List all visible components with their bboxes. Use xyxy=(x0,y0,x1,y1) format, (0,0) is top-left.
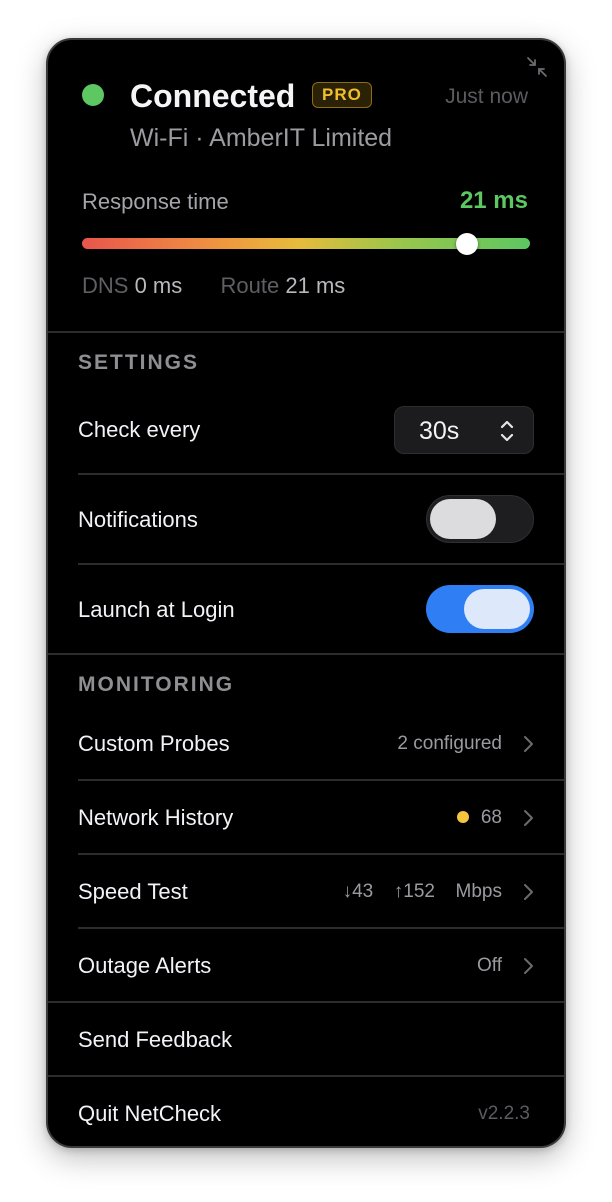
latency-breakdown: DNS 0 ms Route 21 ms xyxy=(82,272,345,300)
chevron-right-icon xyxy=(522,735,534,753)
collapse-icon[interactable] xyxy=(526,56,548,78)
last-updated: Just now xyxy=(445,85,528,108)
outage-alerts-value: Off xyxy=(477,955,502,976)
toggle-knob xyxy=(430,499,496,539)
launch-at-login-label: Launch at Login xyxy=(78,597,235,622)
section-divider xyxy=(48,653,564,655)
launch-at-login-toggle[interactable] xyxy=(426,585,534,633)
speed-test-row[interactable]: Speed Test ↓43 ↑152 Mbps xyxy=(48,854,564,927)
response-time-label: Response time xyxy=(82,189,229,214)
network-name: Wi-Fi · AmberIT Limited xyxy=(130,124,393,152)
speed-test-label: Speed Test xyxy=(78,879,188,904)
connection-status: Connected xyxy=(130,78,296,114)
network-history-label: Network History xyxy=(78,805,234,830)
dns-label: DNS xyxy=(82,273,129,298)
dns-value: 0 ms xyxy=(134,273,183,298)
custom-probes-value: 2 configured xyxy=(397,733,502,754)
upload-arrow-icon: ↑ xyxy=(393,881,404,902)
speed-unit: Mbps xyxy=(455,881,502,902)
version-label: v2.2.3 xyxy=(478,1103,530,1124)
custom-probes-row[interactable]: Custom Probes 2 configured xyxy=(48,705,564,779)
chevron-right-icon xyxy=(522,883,534,901)
quit-row[interactable]: Quit NetCheck v2.2.3 xyxy=(48,1076,564,1146)
pro-badge: PRO xyxy=(312,82,372,108)
network-history-row[interactable]: Network History 68 xyxy=(48,780,564,853)
check-every-label: Check every xyxy=(78,417,201,442)
check-interval-value: 30s xyxy=(419,417,460,445)
notifications-toggle[interactable] xyxy=(426,495,534,543)
route-label: Route xyxy=(220,273,280,298)
section-divider xyxy=(48,331,564,333)
history-status-dot xyxy=(457,811,469,823)
chevron-right-icon xyxy=(522,809,534,827)
download-speed: 43 xyxy=(352,881,374,902)
network-history-count: 68 xyxy=(480,807,502,828)
quit-label: Quit NetCheck xyxy=(78,1101,222,1126)
check-interval-stepper[interactable]: 30s xyxy=(394,406,534,454)
outage-alerts-row[interactable]: Outage Alerts Off xyxy=(48,928,564,1001)
settings-heading: SETTINGS xyxy=(78,351,200,374)
response-time-gauge-knob xyxy=(456,233,479,255)
row-divider xyxy=(78,473,564,475)
speed-test-result: ↓43 ↑152 Mbps xyxy=(343,880,502,904)
chevron-right-icon xyxy=(522,957,534,975)
row-divider xyxy=(78,563,564,565)
monitoring-heading: MONITORING xyxy=(78,673,235,696)
route-value: 21 ms xyxy=(285,273,346,298)
notifications-label: Notifications xyxy=(78,507,198,532)
up-down-chevron-icon[interactable] xyxy=(499,419,515,443)
send-feedback-label: Send Feedback xyxy=(78,1027,233,1052)
send-feedback-row[interactable]: Send Feedback xyxy=(48,1002,564,1075)
response-time-value: 21 ms xyxy=(459,187,528,214)
toggle-knob xyxy=(464,589,530,629)
outage-alerts-label: Outage Alerts xyxy=(78,953,212,978)
status-indicator xyxy=(82,84,104,106)
upload-speed: 152 xyxy=(403,881,435,902)
netcheck-popover: Connected PRO Just now Wi-Fi · AmberIT L… xyxy=(46,38,566,1148)
custom-probes-label: Custom Probes xyxy=(78,731,230,756)
download-arrow-icon: ↓ xyxy=(342,881,353,902)
